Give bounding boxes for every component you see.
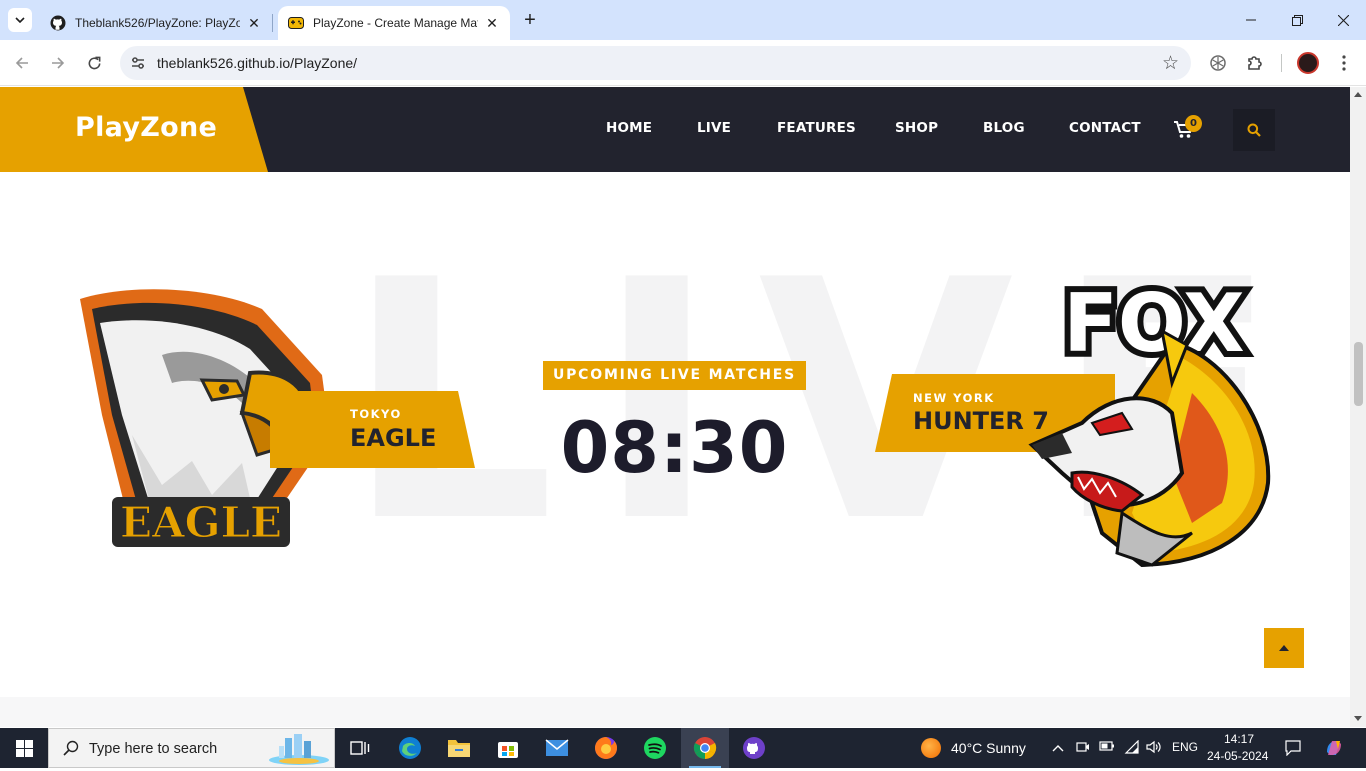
language-indicator[interactable]: ENG [1172,740,1198,754]
url-text[interactable]: theblank526.github.io/PlayZone/ [157,55,357,71]
taskbar-search-box[interactable]: Type here to search [48,728,335,768]
tab-search-button[interactable] [8,8,32,32]
tab-github-repo[interactable]: Theblank526/PlayZone: PlayZone ✕ [40,6,272,40]
forward-arrow-icon[interactable] [45,50,71,76]
nav-home[interactable]: HOME [606,120,652,136]
close-window-icon[interactable] [1320,0,1366,40]
fox-team-logo: FOX [1022,271,1277,573]
tab-title: Theblank526/PlayZone: PlayZone [75,16,240,30]
browser-tab-bar: Theblank526/PlayZone: PlayZone ✕ PlayZon… [0,0,1366,40]
back-arrow-icon[interactable] [9,50,35,76]
close-icon[interactable]: ✕ [484,15,500,31]
eagle-logo-text: EAGLE [120,498,282,547]
search-icon [1247,123,1261,137]
page-scrollbar[interactable] [1350,87,1366,727]
next-section-edge [0,697,1350,727]
bookmark-star-icon[interactable]: ☆ [1162,52,1179,75]
extension-chatgpt-icon[interactable] [1208,53,1228,73]
nav-shop[interactable]: SHOP [895,120,938,136]
nav-blog[interactable]: BLOG [983,120,1025,136]
wifi-icon[interactable] [1124,739,1140,756]
nav-live[interactable]: LIVE [697,120,731,136]
site-info-icon[interactable] [130,55,146,71]
minimize-icon[interactable] [1228,0,1274,40]
spotify-icon[interactable] [631,728,679,768]
fox-logo-text: FOX [1063,277,1244,370]
scroll-to-top-button[interactable] [1264,628,1304,668]
toolbar-divider [1281,54,1282,72]
tab-playzone[interactable]: PlayZone - Create Manage Matches ✕ [278,6,510,40]
nav-features[interactable]: FEATURES [777,120,856,136]
more-menu-icon[interactable] [1334,53,1354,73]
new-tab-button[interactable]: + [520,10,540,30]
tab-divider [272,14,273,32]
task-view-icon[interactable] [336,728,384,768]
search-button[interactable] [1233,109,1275,151]
firefox-icon[interactable] [582,728,630,768]
website-viewport: PlayZone HOME LIVE FEATURES SHOP BLOG CO… [0,87,1350,727]
site-header: PlayZone HOME LIVE FEATURES SHOP BLOG CO… [0,87,1350,172]
battery-icon[interactable] [1099,740,1115,756]
cart-count-badge: 0 [1185,115,1202,132]
windows-taskbar: Type here to search 40°C Sunny ENG 14:17… [0,728,1366,768]
search-icon [63,740,79,761]
profile-avatar[interactable] [1297,52,1319,74]
countdown-timer: 08:30 [560,407,789,489]
scroll-down-arrow-icon[interactable] [1354,716,1362,721]
address-bar[interactable]: theblank526.github.io/PlayZone/ ☆ [120,46,1191,80]
github-icon [50,15,66,31]
notifications-icon[interactable] [1285,740,1301,757]
upcoming-matches-heading: UPCOMING LIVE MATCHES [543,361,806,390]
site-logo[interactable]: PlayZone [75,112,217,143]
clock-time[interactable]: 14:17 [1224,732,1254,746]
weather-text[interactable]: 40°C Sunny [951,740,1026,756]
search-highlight-city-icon [267,732,331,766]
scrollbar-thumb[interactable] [1354,342,1363,406]
extensions-puzzle-icon[interactable] [1245,53,1265,73]
restore-icon[interactable] [1274,0,1320,40]
weather-sun-icon[interactable] [921,738,941,758]
copilot-icon[interactable] [1324,738,1344,758]
file-explorer-icon[interactable] [435,728,483,768]
scroll-up-arrow-icon[interactable] [1354,92,1362,97]
store-icon[interactable] [484,728,532,768]
volume-icon[interactable] [1146,740,1162,756]
meet-camera-icon[interactable] [1075,740,1091,756]
reload-icon[interactable] [81,50,107,76]
edge-icon[interactable] [386,728,434,768]
caret-up-icon [1279,645,1289,651]
gamepad-icon [288,15,304,31]
windows-start-icon[interactable] [0,728,48,768]
browser-toolbar: theblank526.github.io/PlayZone/ ☆ [0,40,1366,86]
team-left-name: EAGLE [350,424,437,452]
chevron-down-icon [15,17,25,23]
chrome-icon[interactable] [681,728,729,768]
github-desktop-icon[interactable] [730,728,778,768]
chevron-up-icon[interactable] [1050,740,1066,756]
clock-date[interactable]: 24-05-2024 [1207,749,1268,763]
nav-contact[interactable]: CONTACT [1069,120,1141,136]
mail-icon[interactable] [533,728,581,768]
search-placeholder: Type here to search [89,741,218,757]
team-right-city: NEW YORK [913,391,995,405]
tab-title: PlayZone - Create Manage Matches [313,16,478,30]
team-left-city: TOKYO [350,407,402,421]
close-icon[interactable]: ✕ [246,15,262,31]
